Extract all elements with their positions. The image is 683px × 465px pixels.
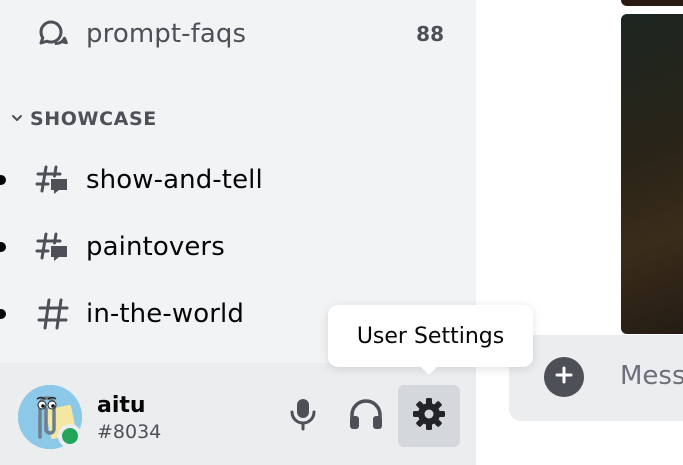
channel-label: in-the-world <box>86 299 244 329</box>
unread-indicator <box>0 242 6 252</box>
channel-prompt-faqs[interactable]: prompt-faqs 88 <box>0 8 476 60</box>
hash-icon <box>34 295 72 333</box>
message-image[interactable] <box>621 14 683 334</box>
post-count-badge: 88 <box>416 22 444 46</box>
microphone-icon <box>288 397 318 435</box>
mute-button[interactable] <box>272 385 334 447</box>
user-settings-tooltip: User Settings <box>328 305 533 367</box>
channel-label: paintovers <box>86 232 225 262</box>
message-input-placeholder[interactable]: Mess <box>620 361 683 391</box>
add-attachment-button[interactable] <box>544 357 584 397</box>
category-showcase[interactable]: SHOWCASE <box>10 108 157 130</box>
user-settings-button[interactable] <box>398 385 460 447</box>
deafen-button[interactable] <box>335 385 397 447</box>
headphones-icon <box>348 397 384 435</box>
chevron-down-icon <box>10 108 24 130</box>
unread-indicator <box>0 309 6 319</box>
channel-label: show-and-tell <box>86 165 263 195</box>
channel-paintovers[interactable]: paintovers <box>0 221 476 273</box>
thread-channel-icon <box>34 228 72 266</box>
user-discriminator: #8034 <box>97 421 162 443</box>
channel-sidebar: prompt-faqs 88 SHOWCASE show-and-tell pa… <box>0 0 476 465</box>
gear-icon <box>412 397 446 435</box>
username: aitu <box>97 393 146 418</box>
channel-label: prompt-faqs <box>86 19 247 49</box>
forum-icon <box>34 15 72 53</box>
category-label: SHOWCASE <box>30 108 157 130</box>
online-status-indicator <box>58 424 82 448</box>
thread-channel-icon <box>34 161 72 199</box>
message-image-edge <box>621 0 683 6</box>
tooltip-text: User Settings <box>356 323 505 349</box>
plus-icon <box>554 365 574 389</box>
user-panel: aitu #8034 <box>0 363 476 465</box>
channel-show-and-tell[interactable]: show-and-tell <box>0 154 476 206</box>
tooltip-arrow <box>420 366 438 375</box>
unread-indicator <box>0 175 6 185</box>
